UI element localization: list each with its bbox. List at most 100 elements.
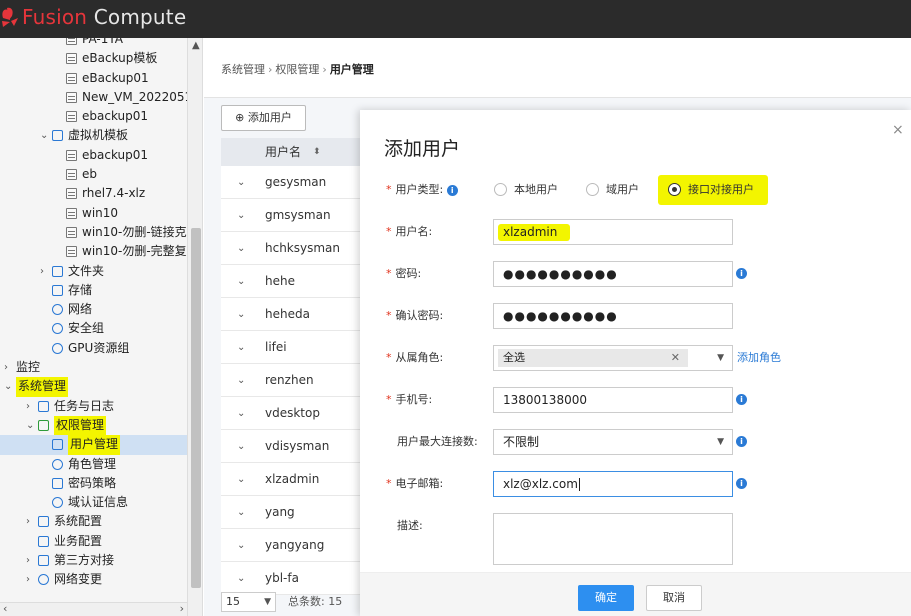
- sidebar-item[interactable]: › 文件夹: [0, 262, 187, 281]
- sidebar-item[interactable]: win10: [0, 204, 187, 223]
- sidebar-item[interactable]: win10-勿删-完整复制: [0, 242, 199, 261]
- table-row[interactable]: ⌄ lifei: [221, 331, 381, 364]
- table-row[interactable]: ⌄ xlzadmin: [221, 463, 381, 496]
- info-icon[interactable]: i: [736, 436, 747, 447]
- expand-row-icon[interactable]: ⌄: [237, 529, 245, 562]
- chevron-down-icon[interactable]: ⌄: [4, 377, 14, 396]
- info-icon[interactable]: i: [736, 394, 747, 405]
- sidebar-item[interactable]: › 任务与日志: [0, 397, 187, 416]
- breadcrumb-system-admin[interactable]: 系统管理: [221, 63, 265, 76]
- password-field[interactable]: ●●●●●●●●●●: [493, 261, 733, 287]
- info-icon[interactable]: i: [736, 268, 747, 279]
- sidebar-item[interactable]: ebackup01: [0, 146, 187, 165]
- table-row[interactable]: ⌄ renzhen: [221, 364, 381, 397]
- phone-field[interactable]: 13800138000: [493, 387, 733, 413]
- sidebar-item[interactable]: › 监控: [0, 358, 187, 377]
- sidebar-item[interactable]: eb: [0, 165, 187, 184]
- sidebar-item[interactable]: eBackup01: [0, 69, 187, 88]
- radio-label-domain-user[interactable]: 域用户: [606, 175, 639, 205]
- chevron-right-icon[interactable]: ›: [26, 551, 36, 570]
- scroll-right-icon[interactable]: ›: [180, 602, 184, 615]
- sidebar-item[interactable]: › 系统配置: [0, 512, 187, 531]
- description-textarea[interactable]: [493, 513, 733, 565]
- chevron-down-icon[interactable]: ▼: [717, 346, 724, 370]
- sidebar-item[interactable]: 业务配置: [0, 532, 187, 551]
- scroll-up-icon[interactable]: ▲: [192, 40, 200, 51]
- table-row[interactable]: ⌄ hchksysman: [221, 232, 381, 265]
- expand-row-icon[interactable]: ⌄: [237, 298, 245, 331]
- scroll-left-icon[interactable]: ‹: [3, 602, 7, 615]
- radio-interface-user[interactable]: [668, 183, 681, 196]
- username-cell: hchksysman: [265, 241, 341, 255]
- sidebar-item[interactable]: 网络: [0, 300, 187, 319]
- chevron-right-icon[interactable]: ›: [26, 512, 36, 531]
- expand-row-icon[interactable]: ⌄: [237, 463, 245, 496]
- user-list-header[interactable]: 用户名 ⬍: [221, 138, 381, 166]
- sidebar-item[interactable]: PA-1TA: [0, 38, 187, 49]
- expand-row-icon[interactable]: ⌄: [237, 265, 245, 298]
- table-row[interactable]: ⌄ vdisysman: [221, 430, 381, 463]
- expand-row-icon[interactable]: ⌄: [237, 166, 245, 199]
- chevron-right-icon[interactable]: ›: [4, 358, 14, 377]
- sidebar-item[interactable]: › 第三方对接: [0, 551, 187, 570]
- expand-row-icon[interactable]: ⌄: [237, 331, 245, 364]
- sidebar-item[interactable]: 安全组: [0, 319, 187, 338]
- radio-local-user[interactable]: [494, 183, 507, 196]
- sidebar-item[interactable]: ebackup01: [0, 107, 187, 126]
- table-row[interactable]: ⌄ yangyang: [221, 529, 381, 562]
- expand-row-icon[interactable]: ⌄: [237, 496, 245, 529]
- sidebar-item[interactable]: ⌄ 权限管理: [0, 415, 187, 436]
- add-user-button[interactable]: ⊕ 添加用户: [221, 105, 306, 131]
- sidebar-item[interactable]: eBackup模板: [0, 49, 187, 68]
- sidebar-item[interactable]: New_VM_20220516: [0, 88, 200, 107]
- table-row[interactable]: ⌄ hehe: [221, 265, 381, 298]
- sidebar-item[interactable]: 域认证信息: [0, 493, 187, 512]
- sidebar-item[interactable]: ⌄ 系统管理: [0, 377, 187, 397]
- radio-domain-user[interactable]: [586, 183, 599, 196]
- table-row[interactable]: ⌄ gmsysman: [221, 199, 381, 232]
- sidebar-item[interactable]: 角色管理: [0, 455, 187, 474]
- chevron-down-icon[interactable]: ⌄: [40, 126, 50, 145]
- add-role-link[interactable]: 添加角色: [737, 343, 781, 373]
- scrollbar-thumb[interactable]: [191, 228, 201, 588]
- close-icon[interactable]: ×: [892, 122, 904, 138]
- table-row[interactable]: ⌄ gesysman: [221, 166, 381, 199]
- sort-icon[interactable]: ⬍: [313, 138, 321, 166]
- expand-row-icon[interactable]: ⌄: [237, 397, 245, 430]
- sidebar-item[interactable]: win10-勿删-链接克隆: [0, 223, 199, 242]
- cancel-button[interactable]: 取消: [646, 585, 702, 611]
- sidebar-item[interactable]: › 网络变更: [0, 570, 187, 589]
- info-icon[interactable]: i: [736, 478, 747, 489]
- sidebar-item[interactable]: ⌄ 虚拟机模板: [0, 126, 187, 145]
- expand-row-icon[interactable]: ⌄: [237, 364, 245, 397]
- expand-row-icon[interactable]: ⌄: [237, 430, 245, 463]
- sidebar-item[interactable]: 存储: [0, 281, 187, 300]
- info-icon[interactable]: i: [446, 184, 458, 196]
- role-select[interactable]: 全选 ✕ ▼: [493, 345, 733, 371]
- page-size-select[interactable]: 15 ▼: [221, 592, 276, 612]
- table-row[interactable]: ⌄ heheda: [221, 298, 381, 331]
- sidebar-item[interactable]: rhel7.4-xlz: [0, 184, 187, 203]
- sidebar-scrollbar[interactable]: ▲: [187, 38, 202, 616]
- email-field[interactable]: xlz@xlz.com: [493, 471, 733, 497]
- username-field[interactable]: xlzadmin: [493, 219, 733, 245]
- sidebar-item[interactable]: GPU资源组: [0, 339, 187, 358]
- chevron-right-icon[interactable]: ›: [26, 397, 36, 416]
- sidebar-item[interactable]: 密码策略: [0, 474, 187, 493]
- sidebar-hscrollbar[interactable]: ‹ ›: [0, 602, 187, 616]
- expand-row-icon[interactable]: ⌄: [237, 232, 245, 265]
- radio-label-interface-user[interactable]: 接口对接用户: [688, 175, 754, 205]
- chevron-right-icon[interactable]: ›: [40, 262, 50, 281]
- table-row[interactable]: ⌄ vdesktop: [221, 397, 381, 430]
- table-row[interactable]: ⌄ yang: [221, 496, 381, 529]
- chevron-right-icon[interactable]: ›: [26, 570, 36, 589]
- radio-label-local-user[interactable]: 本地用户: [514, 175, 558, 205]
- chevron-down-icon[interactable]: ⌄: [26, 416, 36, 435]
- confirm-password-field[interactable]: ●●●●●●●●●●: [493, 303, 733, 329]
- breadcrumb-permission[interactable]: 权限管理: [275, 63, 319, 76]
- max-connections-select[interactable]: 不限制 ▼: [493, 429, 733, 455]
- expand-row-icon[interactable]: ⌄: [237, 199, 245, 232]
- remove-tag-icon[interactable]: ✕: [671, 349, 680, 367]
- sidebar-item[interactable]: 用户管理: [0, 435, 187, 455]
- confirm-button[interactable]: 确定: [578, 585, 634, 611]
